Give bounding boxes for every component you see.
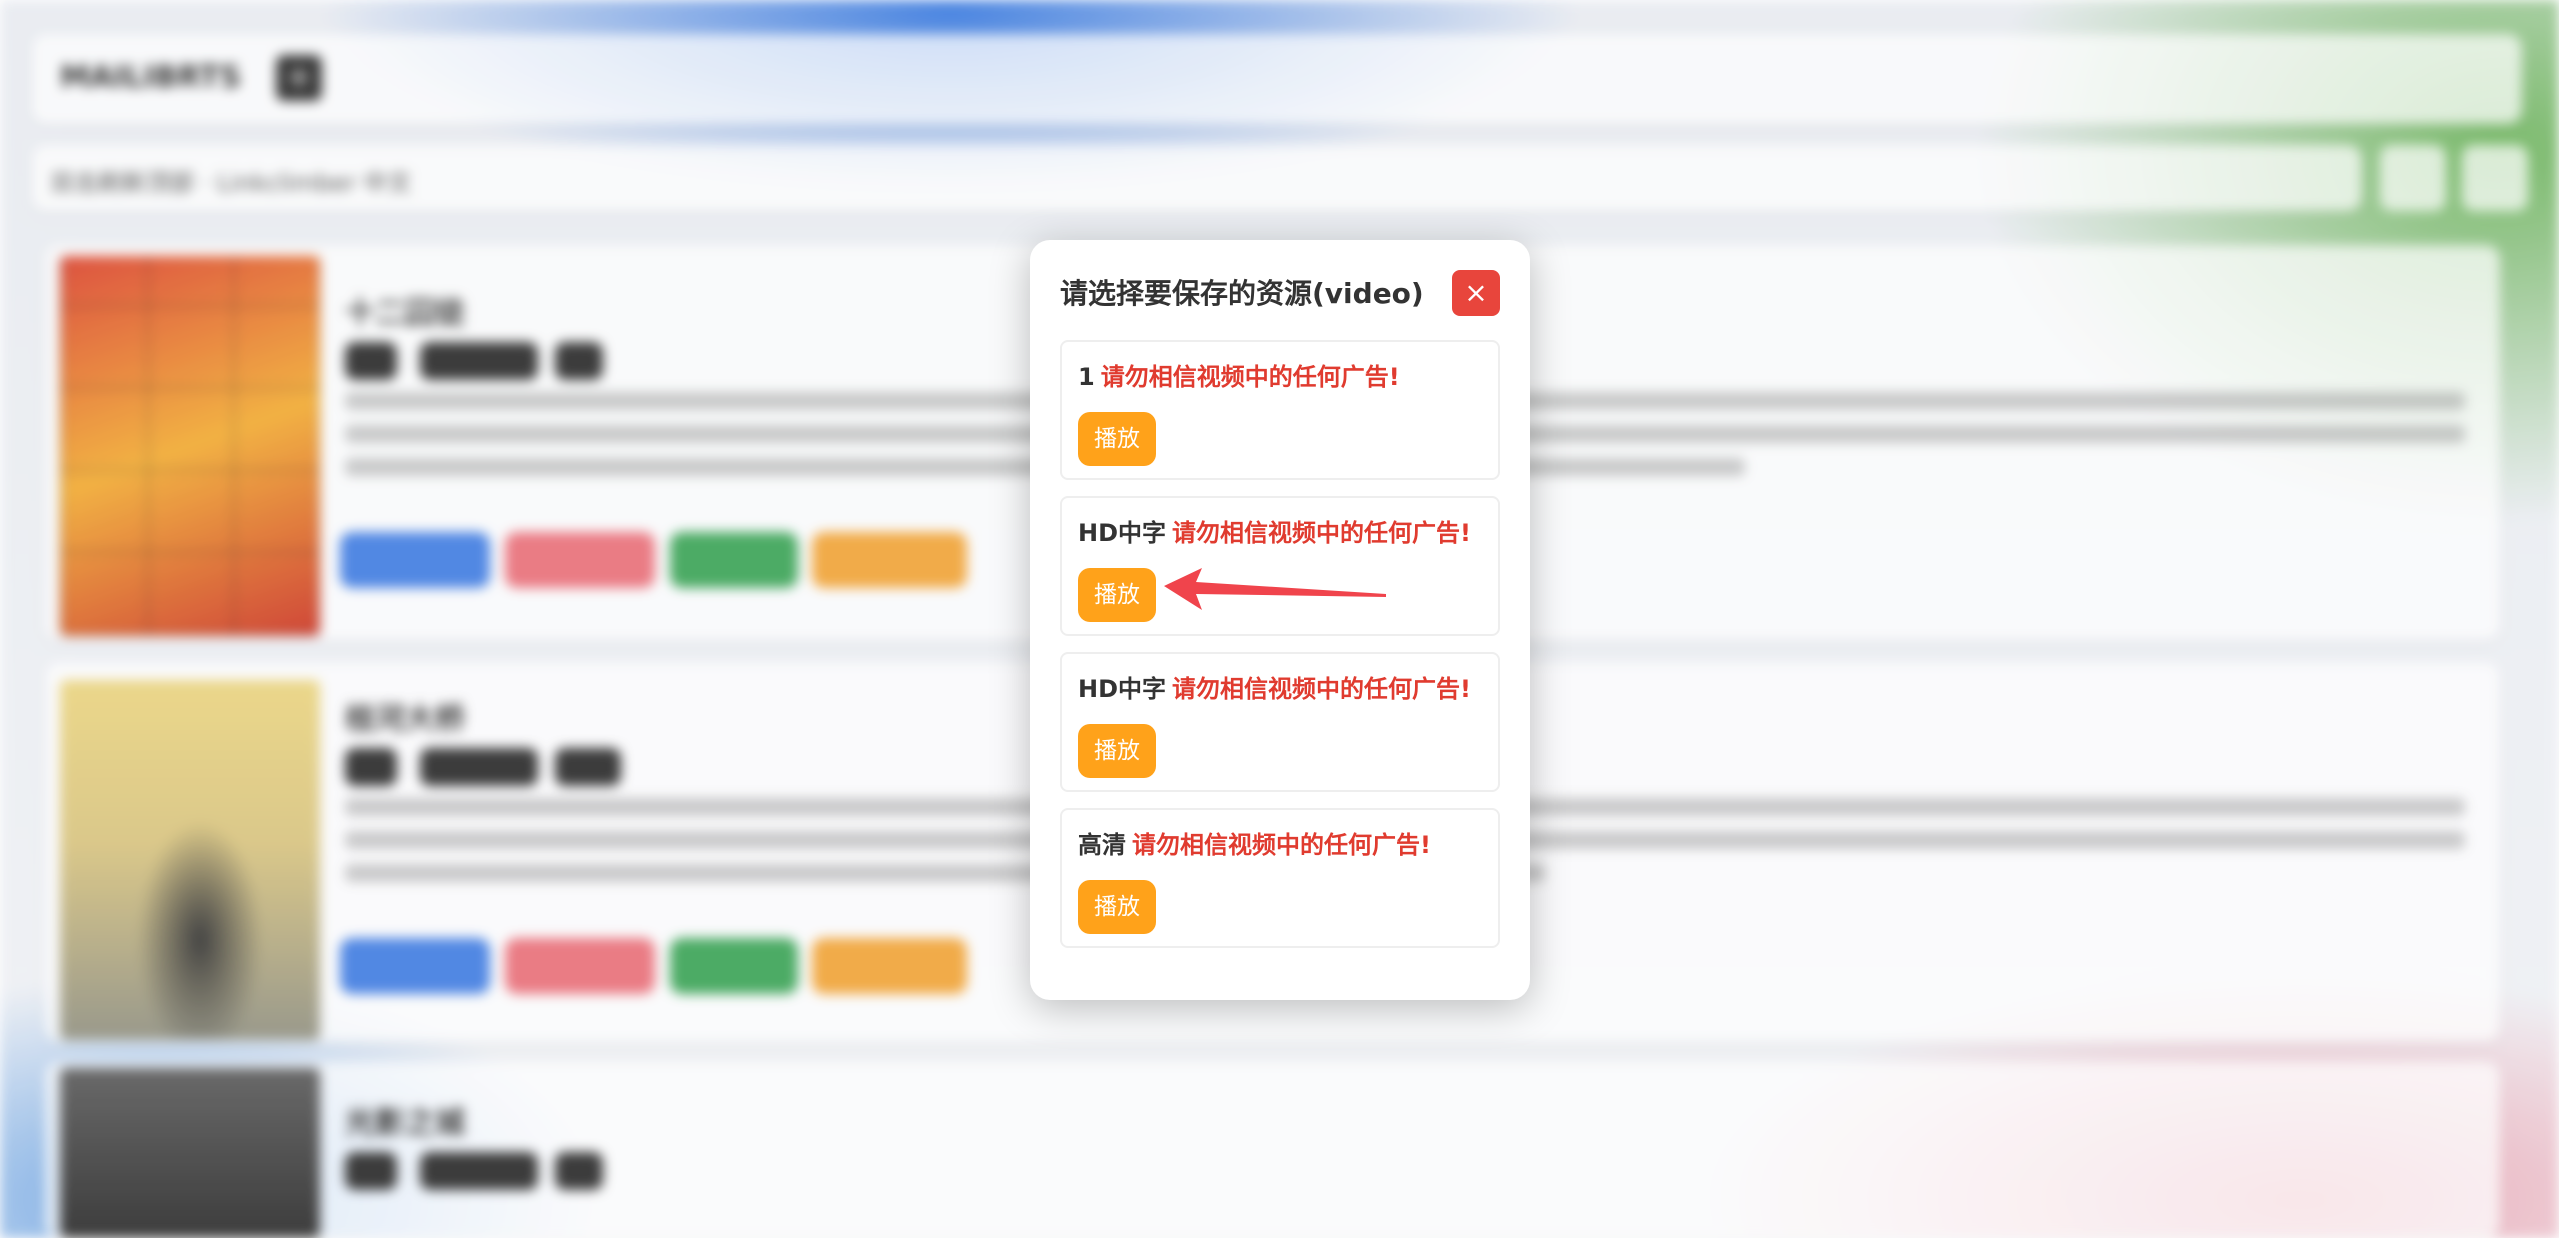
play-button[interactable]: 播放 [1078,568,1156,622]
ad-warning: 请勿相信视频中的任何广告! [1172,519,1471,547]
play-button[interactable]: 播放 [1078,724,1156,778]
close-icon: × [1464,276,1488,309]
resource-name: HD中字 [1078,519,1167,547]
resource-label: HD中字 请勿相信视频中的任何广告! [1078,516,1471,550]
play-button[interactable]: 播放 [1078,412,1156,466]
arrow-annotation-icon [1164,568,1386,610]
resource-name: 1 [1078,363,1095,391]
ad-warning: 请勿相信视频中的任何广告! [1132,831,1431,859]
resource-name: HD中字 [1078,675,1167,703]
dialog-title: 请选择要保存的资源(video) [1060,277,1424,310]
resource-name: 高清 [1078,831,1126,859]
ad-warning: 请勿相信视频中的任何广告! [1100,363,1400,391]
resource-item: 高清 请勿相信视频中的任何广告! 播放 [1060,808,1500,948]
close-button[interactable]: × [1452,270,1500,316]
resource-label: 1 请勿相信视频中的任何广告! [1078,360,1400,394]
ad-warning: 请勿相信视频中的任何广告! [1172,675,1471,703]
resource-label: 高清 请勿相信视频中的任何广告! [1078,828,1431,862]
resource-item: HD中字 请勿相信视频中的任何广告! 播放 [1060,652,1500,792]
resource-item: 1 请勿相信视频中的任何广告! 播放 [1060,340,1500,480]
play-button[interactable]: 播放 [1078,880,1156,934]
resource-label: HD中字 请勿相信视频中的任何广告! [1078,672,1471,706]
resource-select-dialog: 请选择要保存的资源(video) × 1 请勿相信视频中的任何广告! 播放 HD中… [1030,240,1530,1000]
